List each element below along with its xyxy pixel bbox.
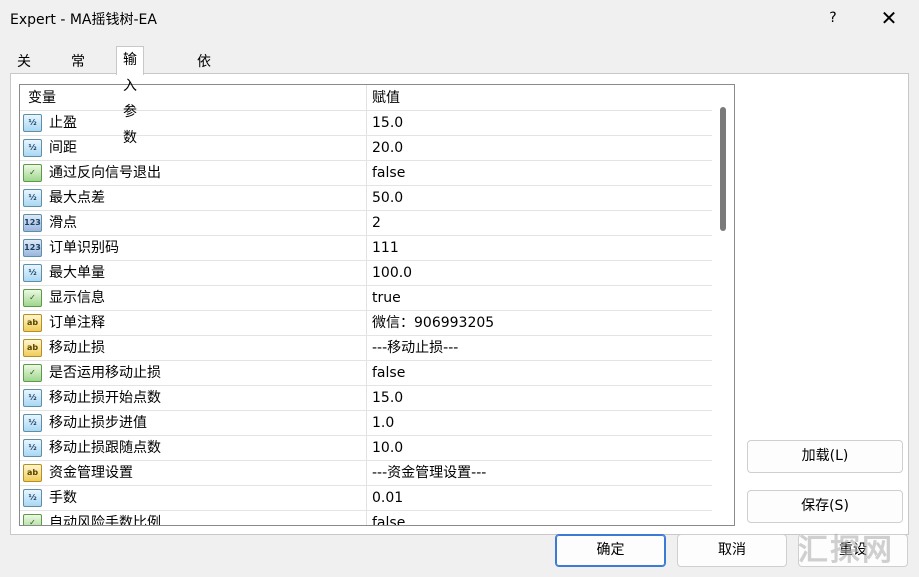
- param-name: 订单识别码: [49, 240, 119, 256]
- param-value[interactable]: false: [372, 511, 405, 525]
- param-type-icon: ab: [23, 339, 42, 357]
- parameter-row[interactable]: ab 订单注释 微信：906993205: [20, 311, 712, 336]
- param-value[interactable]: 1.0: [372, 411, 394, 436]
- param-name: 止盈: [49, 115, 77, 131]
- param-value[interactable]: ---移动止损---: [372, 336, 458, 361]
- parameter-row[interactable]: ✓ 通过反向信号退出 false: [20, 161, 712, 186]
- param-name: 资金管理设置: [49, 465, 133, 481]
- tab-common[interactable]: 常用: [64, 48, 92, 96]
- parameter-row[interactable]: ab 移动止损 ---移动止损---: [20, 336, 712, 361]
- param-value[interactable]: 2: [372, 211, 381, 236]
- tab-dependencies[interactable]: 依存关系: [190, 48, 218, 148]
- help-button[interactable]: ?: [818, 5, 848, 31]
- title-bar: Expert - MA摇钱树-EA ? ✕: [0, 0, 919, 36]
- param-name: 滑点: [49, 215, 77, 231]
- param-type-icon: ✓: [23, 289, 42, 307]
- watermark-logo: 汇探网: [798, 533, 894, 568]
- param-name: 移动止损开始点数: [49, 390, 161, 406]
- param-type-icon: ½: [23, 414, 42, 432]
- param-name: 是否运用移动止损: [49, 365, 161, 381]
- param-name: 通过反向信号退出: [49, 165, 161, 181]
- parameter-row[interactable]: ✓ 显示信息 true: [20, 286, 712, 311]
- grid-rows: ½ 止盈 15.0 ½ 间距 20.0 ✓ 通过反向信号退出 false ½ 最大点差 50.0 123…: [20, 111, 712, 526]
- load-button[interactable]: 加载(L): [747, 440, 903, 473]
- param-value[interactable]: 微信：906993205: [372, 311, 494, 336]
- param-name: 手数: [49, 490, 77, 506]
- param-type-icon: ½: [23, 389, 42, 407]
- parameter-row[interactable]: 123 滑点 2: [20, 211, 712, 236]
- param-value[interactable]: 111: [372, 236, 399, 261]
- param-value[interactable]: 0.01: [372, 486, 403, 511]
- param-type-icon: ab: [23, 314, 42, 332]
- param-value[interactable]: 10.0: [372, 436, 403, 461]
- param-type-icon: ½: [23, 139, 42, 157]
- vertical-scrollbar[interactable]: [712, 85, 734, 525]
- param-type-icon: ✓: [23, 164, 42, 182]
- param-type-icon: ✓: [23, 364, 42, 382]
- param-type-icon: ✓: [23, 514, 42, 525]
- ok-button[interactable]: 确定: [555, 534, 666, 567]
- parameter-row[interactable]: 123 订单识别码 111: [20, 236, 712, 261]
- param-value[interactable]: false: [372, 361, 405, 386]
- param-type-icon: ½: [23, 189, 42, 207]
- tab-inputs[interactable]: 输入参数: [116, 46, 144, 146]
- scrollbar-thumb[interactable]: [720, 107, 726, 231]
- param-value[interactable]: 15.0: [372, 386, 403, 411]
- parameter-row[interactable]: ½ 最大单量 100.0: [20, 261, 712, 286]
- param-type-icon: ½: [23, 489, 42, 507]
- param-value[interactable]: 100.0: [372, 261, 412, 286]
- param-type-icon: 123: [23, 214, 42, 232]
- param-name: 移动止损跟随点数: [49, 440, 161, 456]
- parameter-row[interactable]: ½ 手数 0.01: [20, 486, 712, 511]
- parameter-row[interactable]: ✓ 自动风险手数比例 false: [20, 511, 712, 526]
- param-value[interactable]: ---资金管理设置---: [372, 461, 486, 486]
- window-title: Expert - MA摇钱树-EA: [10, 12, 157, 28]
- parameter-row[interactable]: ½ 最大点差 50.0: [20, 186, 712, 211]
- param-name: 移动止损: [49, 340, 105, 356]
- tab-about[interactable]: 关于: [10, 48, 38, 96]
- param-type-icon: ab: [23, 464, 42, 482]
- param-name: 移动止损步进值: [49, 415, 147, 431]
- param-type-icon: ½: [23, 439, 42, 457]
- param-name: 最大单量: [49, 265, 105, 281]
- column-header-variable[interactable]: 变量: [28, 85, 56, 111]
- param-type-icon: ½: [23, 264, 42, 282]
- param-value[interactable]: 50.0: [372, 186, 403, 211]
- param-name: 自动风险手数比例: [49, 515, 161, 526]
- column-header-value[interactable]: 赋值: [372, 85, 400, 111]
- param-name: 间距: [49, 140, 77, 156]
- parameter-row[interactable]: ✓ 是否运用移动止损 false: [20, 361, 712, 386]
- param-value[interactable]: false: [372, 161, 405, 186]
- param-type-icon: ½: [23, 114, 42, 132]
- close-icon[interactable]: ✕: [872, 5, 906, 31]
- param-name: 最大点差: [49, 190, 105, 206]
- parameter-row[interactable]: ab 资金管理设置 ---资金管理设置---: [20, 461, 712, 486]
- param-value[interactable]: 15.0: [372, 111, 403, 136]
- cancel-button[interactable]: 取消: [677, 534, 787, 567]
- parameter-row[interactable]: ½ 移动止损步进值 1.0: [20, 411, 712, 436]
- save-button[interactable]: 保存(S): [747, 490, 903, 523]
- param-value[interactable]: true: [372, 286, 401, 311]
- parameter-row[interactable]: ½ 移动止损开始点数 15.0: [20, 386, 712, 411]
- param-type-icon: 123: [23, 239, 42, 257]
- param-value[interactable]: 20.0: [372, 136, 403, 161]
- param-name: 订单注释: [49, 315, 105, 331]
- param-name: 显示信息: [49, 290, 105, 306]
- parameter-row[interactable]: ½ 移动止损跟随点数 10.0: [20, 436, 712, 461]
